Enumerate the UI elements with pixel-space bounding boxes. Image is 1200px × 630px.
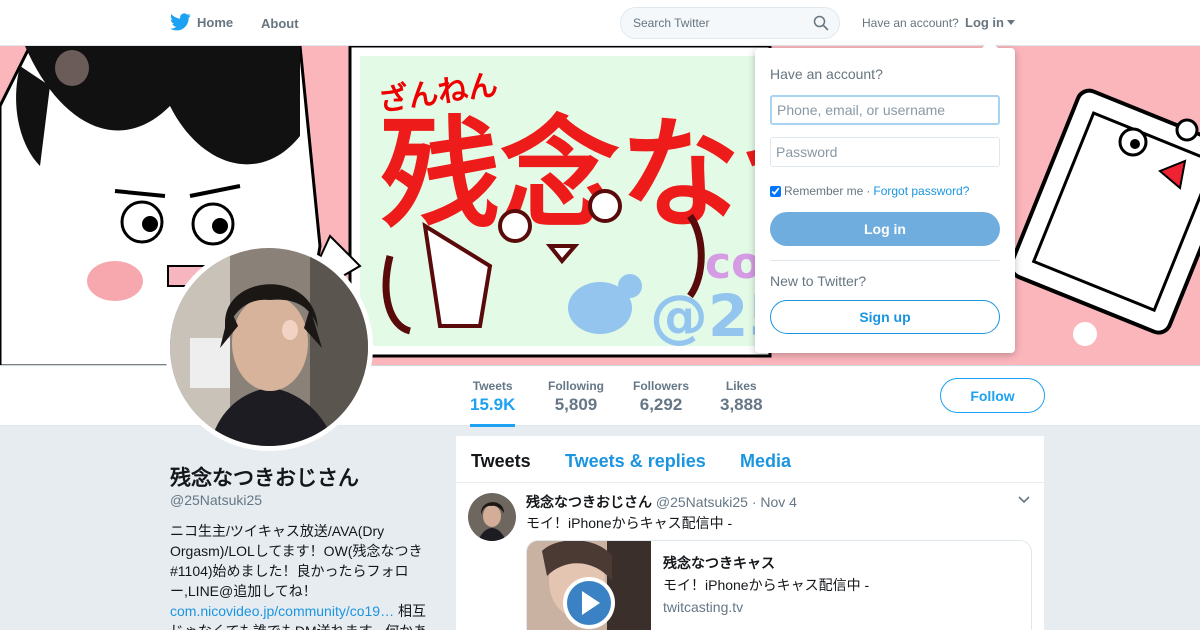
nav-home-link[interactable]: Home: [170, 13, 233, 31]
profile-bio-continued: 相互: [394, 603, 426, 619]
profile-link[interactable]: com.nicovideo.jp/community/co19…: [170, 603, 394, 619]
chevron-down-icon[interactable]: [1018, 496, 1030, 504]
twitter-bird-icon: [170, 13, 191, 31]
top-navigation-bar: Home About Have an account? Log in: [0, 0, 1200, 46]
card-title: 残念なつきキャス: [663, 555, 775, 571]
login-button[interactable]: Log in: [770, 212, 1000, 246]
follow-button[interactable]: Follow: [940, 378, 1045, 413]
stat-following[interactable]: Following 5,809: [548, 379, 604, 415]
card-thumbnail: [527, 541, 651, 630]
stat-likes-label: Likes: [725, 379, 757, 393]
stat-tweets-label: Tweets: [472, 379, 513, 393]
stat-tweets-value: 15.9K: [470, 395, 516, 414]
profile-avatar[interactable]: [165, 243, 373, 451]
stat-followers[interactable]: Followers 6,292: [633, 379, 689, 415]
password-input[interactable]: [770, 137, 1000, 167]
login-dropdown-toggle[interactable]: Log in: [965, 15, 1015, 30]
avatar-photo: [170, 248, 368, 446]
profile-bio-more: じゃなくても誰でもDM送れます。何かあ: [170, 621, 432, 630]
stat-likes[interactable]: Likes 3,888: [720, 379, 763, 415]
tweet-link-card[interactable]: 残念なつきキャス モイ！iPhoneからキャス配信中 - twitcasting…: [526, 540, 1032, 630]
search-box: [620, 7, 840, 39]
nav-about-link[interactable]: About: [261, 16, 299, 31]
remember-me-label[interactable]: Remember me: [784, 184, 863, 198]
caret-down-icon: [1007, 20, 1015, 25]
have-account-text: Have an account?: [862, 16, 959, 30]
username-input[interactable]: [770, 95, 1000, 125]
stat-likes-value: 3,888: [720, 395, 763, 414]
stat-following-label: Following: [548, 379, 604, 393]
tweet-author-handle[interactable]: @25Natsuki25: [656, 494, 748, 510]
tweet-header: 残念なつきおじさん @25Natsuki25 · Nov 4: [526, 492, 797, 512]
tab-media[interactable]: Media: [740, 451, 791, 472]
banner-sign-co: co: [705, 238, 761, 289]
stat-followers-value: 6,292: [639, 395, 683, 414]
tweet-date[interactable]: · Nov 4: [752, 494, 797, 510]
profile-bio: ニコ生主/ツイキャス放送/AVA(Dry Orgasm)/LOLしてます！OW(…: [170, 523, 423, 599]
login-toggle-label: Log in: [965, 15, 1004, 30]
login-heading: Have an account?: [770, 66, 883, 82]
profile-handle[interactable]: @25Natsuki25: [170, 492, 262, 508]
profile-link-line: com.nicovideo.jp/community/co19… 相互: [170, 601, 432, 621]
card-domain: twitcasting.tv: [663, 599, 744, 615]
tab-tweets[interactable]: Tweets: [471, 451, 531, 472]
forgot-password-link[interactable]: Forgot password?: [873, 184, 969, 198]
search-input[interactable]: [621, 8, 801, 38]
tweet-text: モイ！iPhoneからキャス配信中 -: [526, 515, 733, 531]
tweet-author-name[interactable]: 残念なつきおじさん: [526, 494, 652, 510]
tab-tweets-replies[interactable]: Tweets & replies: [565, 451, 706, 472]
remember-row: Remember me · Forgot password?: [770, 184, 969, 198]
card-description: モイ！iPhoneからキャス配信中 -: [663, 577, 870, 593]
stat-followers-label: Followers: [633, 379, 690, 393]
timeline: Tweets Tweets & replies Media 残念なつきおじさん …: [456, 436, 1044, 630]
remember-me-checkbox[interactable]: [770, 185, 781, 197]
stat-following-value: 5,809: [554, 395, 598, 414]
tweet-avatar[interactable]: [468, 493, 516, 541]
login-dropdown: Have an account? Remember me · Forgot pa…: [755, 40, 1015, 353]
stat-tweets[interactable]: Tweets 15.9K: [470, 379, 516, 427]
new-to-twitter-text: New to Twitter?: [770, 273, 867, 289]
separator-dot: ·: [866, 184, 871, 198]
nav-home-label: Home: [197, 14, 234, 30]
timeline-tabs: Tweets Tweets & replies Media: [456, 436, 1044, 483]
profile-name: 残念なつきおじさん: [170, 467, 359, 490]
signup-button[interactable]: Sign up: [770, 300, 1000, 334]
divider: [770, 260, 1000, 261]
search-icon[interactable]: [813, 15, 829, 31]
